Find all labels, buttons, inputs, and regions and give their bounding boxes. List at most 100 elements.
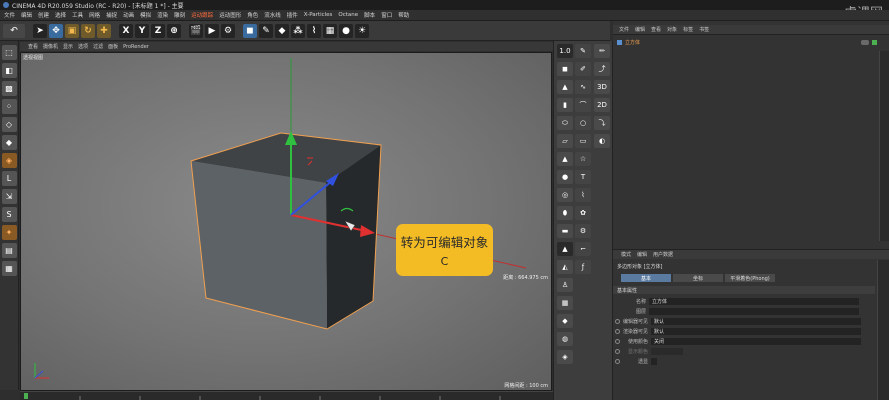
menu-file[interactable]: 文件 [4,11,15,19]
deformer-bend-icon[interactable]: ⤴ [594,62,610,76]
om-menu-object[interactable]: 对象 [667,26,677,33]
sketch-icon[interactable]: ✐ [575,62,591,76]
menu-octane[interactable]: Octane [338,12,358,18]
spline-star-icon[interactable]: ☆ [575,152,591,166]
make-editable-icon[interactable]: ⬚ [1,45,17,60]
vp-menu-view[interactable]: 查看 [28,43,38,50]
points-mode-icon[interactable]: ⁘ [1,99,17,114]
polygon-primitive-icon[interactable]: ▲ [557,152,573,166]
texture-mode-icon[interactable]: ▩ [1,81,17,96]
model-mode-icon[interactable]: ◧ [1,63,17,78]
vp-menu-display[interactable]: 显示 [63,43,73,50]
polygons-mode-icon[interactable]: ◆ [1,135,17,150]
cube-primitive-icon[interactable]: ◼ [557,62,573,76]
menu-window[interactable]: 窗口 [381,11,392,19]
axis-x-button[interactable]: X [119,23,133,38]
gem-primitive-icon[interactable]: ◈ [557,350,573,364]
coordinate-system-icon[interactable]: ⊕ [167,23,181,38]
pyramid-primitive-icon[interactable]: ▲ [557,242,573,256]
workplane-icon[interactable]: ✦ [1,225,17,240]
deformer-bulge-icon[interactable]: ◐ [594,134,610,148]
torus-primitive-icon[interactable]: ◎ [557,188,573,202]
tweak-mode-icon[interactable]: ⇲ [1,189,17,204]
platonic-primitive-icon[interactable]: ◆ [557,314,573,328]
axis-mode-icon[interactable]: L [1,171,17,186]
om-menu-edit[interactable]: 编辑 [635,26,645,33]
spline-formula-icon[interactable]: ƒ [575,260,591,274]
landscape-primitive-icon[interactable]: ◭ [557,260,573,274]
object-row[interactable]: 立方体 [617,38,877,46]
spline-helix-icon[interactable]: ⌇ [575,188,591,202]
menu-x-particles[interactable]: X-Particles [304,12,333,18]
array-icon[interactable]: ⁂ [291,23,305,38]
vp-menu-camera[interactable]: 摄像机 [43,43,58,50]
menu-render[interactable]: 渲染 [157,11,168,19]
menu-mesh[interactable]: 网格 [89,11,100,19]
capsule-primitive-icon[interactable]: ⬮ [557,206,573,220]
spline-smooth-icon[interactable]: ∿ [575,80,591,94]
menu-sculpt[interactable]: 雕刻 [174,11,185,19]
deformer-twist-icon[interactable]: ⤵ [594,116,610,130]
spline-text-icon[interactable]: T [575,170,591,184]
layer-field[interactable] [649,307,859,315]
sphere-primitive-icon[interactable]: ● [557,170,573,184]
spline-rect-icon[interactable]: ▭ [575,134,591,148]
rotate-icon[interactable]: ↻ [81,23,95,38]
subdivision-icon[interactable]: ◆ [275,23,289,38]
3d-viewport[interactable]: 透视视图 距离 : 664.975 cm 网格间距 : 100 cm [20,52,552,391]
tab-coord[interactable]: 坐标 [673,274,723,282]
cone-primitive-icon[interactable]: ▲ [557,80,573,94]
view-3d-button[interactable]: 3D [594,80,610,94]
menu-character[interactable]: 角色 [247,11,258,19]
cube-icon[interactable]: ◼ [243,23,257,38]
om-menu-bookmarks[interactable]: 书签 [699,26,709,33]
figure-primitive-icon[interactable]: ♙ [557,278,573,292]
at-menu-edit[interactable]: 编辑 [637,251,647,258]
snap-icon[interactable]: S [1,207,17,222]
menu-help[interactable]: 帮助 [398,11,409,19]
menu-pipeline[interactable]: 流水线 [264,11,281,19]
om-menu-tags[interactable]: 标签 [683,26,693,33]
spline-profile-icon[interactable]: ⌐ [575,242,591,256]
undo-icon[interactable]: ↶ [3,23,25,38]
uv-mode-icon[interactable]: ◈ [1,153,17,168]
oil-tank-primitive-icon[interactable]: ▬ [557,224,573,238]
menu-mograph[interactable]: 运动图形 [219,11,241,19]
menu-animate[interactable]: 动画 [123,11,134,19]
view-layout-button[interactable]: 1.0 [557,44,573,58]
spline-cog-icon[interactable]: ⚙ [575,224,591,238]
light-icon[interactable]: ☀ [355,23,369,38]
floor-icon[interactable]: ▦ [323,23,337,38]
disc-primitive-icon[interactable]: ⬭ [557,116,573,130]
vp-menu-filter[interactable]: 过滤 [93,43,103,50]
pen-spline-icon[interactable]: ✎ [259,23,273,38]
menu-select[interactable]: 选择 [55,11,66,19]
om-menu-view[interactable]: 查看 [651,26,661,33]
spline-flower-icon[interactable]: ✿ [575,206,591,220]
menu-tools[interactable]: 工具 [72,11,83,19]
menu-edit[interactable]: 编辑 [21,11,32,19]
name-field[interactable]: 立方体 [649,297,859,305]
xray-checkbox[interactable] [651,357,657,365]
vp-menu-prorender[interactable]: ProRender [123,44,149,50]
plane-primitive-icon[interactable]: ▱ [557,134,573,148]
relief-primitive-icon[interactable]: ▦ [557,296,573,310]
menu-simulate[interactable]: 模拟 [140,11,151,19]
menu-snap[interactable]: 捕捉 [106,11,117,19]
menu-create[interactable]: 创建 [38,11,49,19]
editor-visible-select[interactable]: 默认 [651,317,861,325]
timeline[interactable] [20,391,553,400]
at-menu-userdata[interactable]: 用户数据 [653,251,673,258]
vp-menu-panel[interactable]: 面板 [108,43,118,50]
menu-script[interactable]: 脚本 [364,11,375,19]
transform-icon[interactable]: ✚ [97,23,111,38]
spline-pen-icon[interactable]: ✎ [575,44,591,58]
axis-y-button[interactable]: Y [135,23,149,38]
display-color-swatch[interactable] [651,347,683,355]
spline-circle-icon[interactable]: ○ [575,116,591,130]
menu-plugins[interactable]: 插件 [287,11,298,19]
render-visible-select[interactable]: 默认 [651,327,861,335]
tab-basic[interactable]: 基本 [621,274,671,282]
menu-motion-tracking[interactable]: 运动跟踪 [191,11,213,19]
scale-icon[interactable]: ▣ [65,23,79,38]
